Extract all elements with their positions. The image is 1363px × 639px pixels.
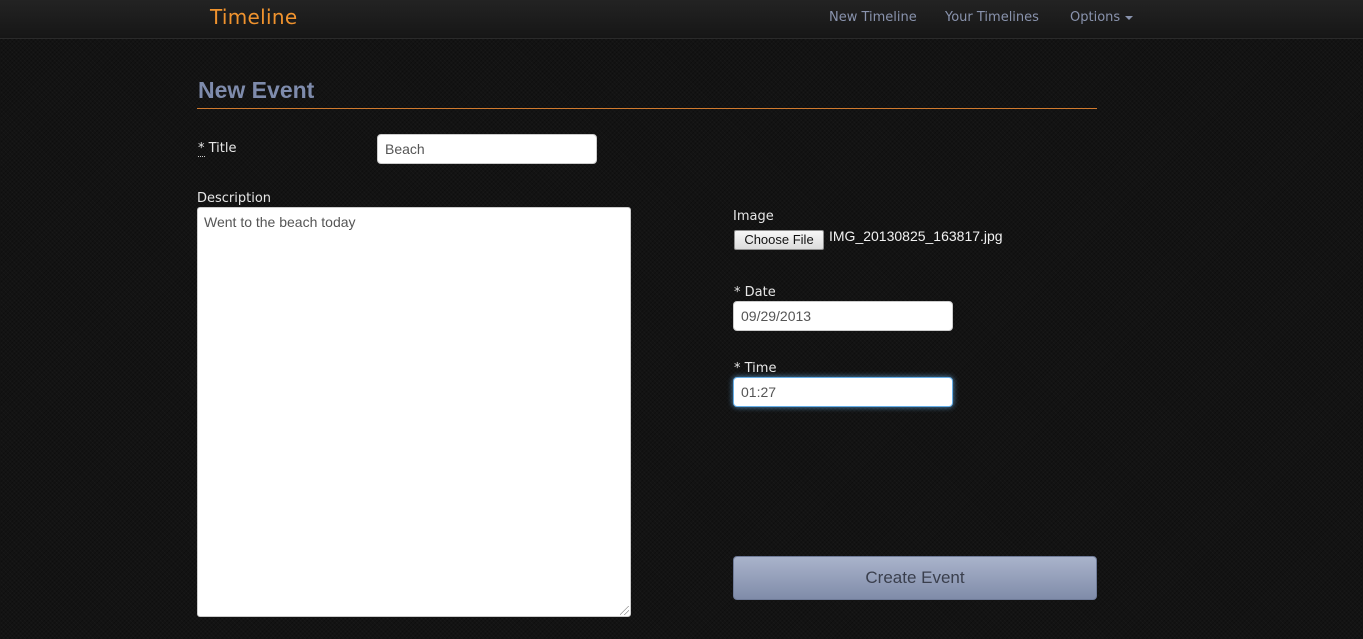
title-divider [197,108,1097,109]
image-label: Image [733,209,774,224]
required-marker: * [734,285,741,300]
description-text: Went to the beach today [204,214,356,230]
required-marker: * [734,361,741,376]
create-event-button[interactable]: Create Event [733,556,1097,600]
choose-file-button[interactable]: Choose File [734,230,824,250]
title-label: * Title [198,141,237,157]
description-textarea[interactable]: Went to the beach today [197,207,631,617]
time-label: * Time [734,361,776,376]
top-navbar: Timeline New Timeline Your Timelines Opt… [0,0,1363,39]
selected-file-name: IMG_20130825_163817.jpg [829,228,1003,244]
date-label: * Date [734,285,776,300]
time-label-text: Time [744,361,777,376]
date-label-text: Date [744,285,776,300]
time-input[interactable]: 01:27 [733,377,953,407]
caret-down-icon [1125,15,1134,20]
title-label-text: Title [208,141,237,156]
title-input[interactable]: Beach [377,134,597,164]
page-title: New Event [198,77,315,103]
description-label: Description [197,191,272,206]
required-marker: * [198,141,205,157]
nav-options-dropdown[interactable]: Options [1070,10,1134,25]
nav-new-timeline[interactable]: New Timeline [829,10,917,25]
resize-grip-icon[interactable] [620,606,629,615]
nav-your-timelines[interactable]: Your Timelines [945,10,1039,25]
brand-link[interactable]: Timeline [210,5,297,29]
nav-options-label: Options [1070,10,1121,25]
date-input[interactable]: 09/29/2013 [733,301,953,331]
